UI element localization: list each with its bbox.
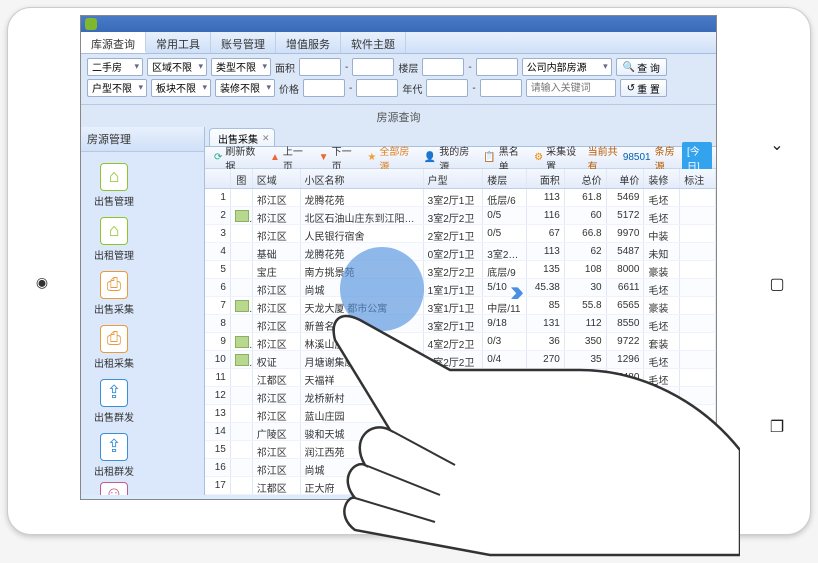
label-year: 年代	[402, 81, 422, 96]
grid-header: 图 区域 小区名称 户型 楼层 面积 总价 单价 装修 标注	[205, 169, 716, 189]
table-row[interactable]: 9祁江区林溪山庄4室2厅2卫0/3363509722套装	[205, 333, 716, 351]
sidebar-item-label: 出租采集	[94, 355, 134, 370]
table-row[interactable]: 10权证月塘谢集康新镇小区3室2厅2卫0/4270351296毛坯	[205, 351, 716, 369]
sidebar-item[interactable]: ⎙ 出租采集	[85, 320, 143, 374]
area-max-input[interactable]	[352, 58, 394, 76]
search-icon: 🔍	[623, 62, 635, 73]
reset-icon: ↺	[627, 83, 635, 94]
sidebar-item-label: 出租管理	[94, 247, 134, 262]
filter-bar: 二手房 区域不限 类型不限 面积 - 楼层 - 公司内部房源 🔍查 询 户型不限…	[81, 54, 716, 105]
filter-type[interactable]: 类型不限	[211, 58, 271, 76]
price-max-input[interactable]	[356, 79, 398, 97]
label-area: 面积	[275, 60, 295, 75]
section-label: 房源查询	[81, 105, 716, 127]
price-min-input[interactable]	[303, 79, 345, 97]
sidebar-item[interactable]: ⌂ 出售管理	[85, 158, 143, 212]
area-min-input[interactable]	[299, 58, 341, 76]
star-icon: ★	[367, 152, 376, 163]
thumbnail-icon	[235, 354, 249, 366]
sidebar-item-label: 出售群发	[94, 409, 134, 424]
arrow-down-icon: ▼	[319, 152, 329, 163]
table-row[interactable]: 14广陵区骏和天城2室2厅1卫低层/69788.189091毛坯	[205, 423, 716, 441]
title-bar	[81, 16, 716, 32]
label-price: 价格	[279, 81, 299, 96]
table-row[interactable]: 17江都区正大府毛坯	[205, 477, 716, 495]
collapse-icon[interactable]: ⌄	[766, 134, 788, 156]
person-icon: 👤	[424, 152, 436, 163]
sidebar-item-icon: ⌂	[100, 163, 128, 191]
filter-layout[interactable]: 户型不限	[87, 79, 147, 97]
table-row[interactable]: 5宝庄南方挑景苑3室2厅2卫底层/91351088000豪装	[205, 261, 716, 279]
sidebar-item-label: 出售采集	[94, 301, 134, 316]
table-row[interactable]: 11江都区天福祥3室2厅1卫中层/16127957480毛坯	[205, 369, 716, 387]
sidebar-item-label: 出售管理	[94, 193, 134, 208]
filter-decoration[interactable]: 装修不限	[215, 79, 275, 97]
menu-tab-service[interactable]: 增值服务	[276, 32, 341, 53]
search-button[interactable]: 🔍查 询	[616, 58, 667, 76]
menu-tab-account[interactable]: 账号管理	[211, 32, 276, 53]
menu-bar: 库源查询 常用工具 账号管理 增值服务 软件主题	[81, 32, 716, 54]
home-button-icon[interactable]	[34, 274, 50, 290]
table-row[interactable]: 3祁江区人民银行宿舍2室2厅1卫0/56766.89970中装	[205, 225, 716, 243]
sidebar-item-icon: ⎙	[100, 325, 128, 353]
table-row[interactable]: 7祁江区天龙大厦 都市公寓3室1厅1卫中层/118555.86565豪装	[205, 297, 716, 315]
sidebar-item-icon: ⇪	[100, 379, 128, 407]
sidebar-item[interactable]: ⎙ 出售采集	[85, 266, 143, 320]
year-max-input[interactable]	[480, 79, 522, 97]
toolbar: ⟳刷新数据 ▲上一页 ▼下一页 ★全部房源 👤我的房源 📋黑名单 ⚙采集设置 当…	[205, 147, 716, 169]
label-floor: 楼层	[398, 60, 418, 75]
list-icon: 📋	[483, 152, 495, 163]
table-row[interactable]: 1祁江区龙腾花苑3室2厅1卫低层/611361.85469毛坯	[205, 189, 716, 207]
menu-tab-tools[interactable]: 常用工具	[146, 32, 211, 53]
thumbnail-icon	[235, 300, 249, 312]
app-window: 库源查询 常用工具 账号管理 增值服务 软件主题 二手房 区域不限 类型不限 面…	[80, 15, 717, 500]
gear-icon: ⚙	[534, 152, 543, 163]
sidebar-item[interactable]: ⇪ 出租群发	[85, 428, 143, 482]
year-min-input[interactable]	[426, 79, 468, 97]
floor-min-input[interactable]	[422, 58, 464, 76]
arrow-up-icon: ▲	[270, 152, 280, 163]
sidebar-item-icon: ⌂	[100, 217, 128, 245]
floor-max-input[interactable]	[476, 58, 518, 76]
filter-region[interactable]: 区域不限	[147, 58, 207, 76]
sidebar-item-icon: ⎙	[100, 271, 128, 299]
table-row[interactable]: 6祁江区尚城1室1厅1卫5/1045.38306611毛坯	[205, 279, 716, 297]
table-row[interactable]: 15祁江区润江西苑豪装	[205, 441, 716, 459]
sidebar-item-icon: ☺	[100, 482, 128, 496]
keyword-input[interactable]	[526, 79, 616, 97]
table-row[interactable]: 8祁江区新普名兴花园3室2厅1卫9/181311128550毛坯	[205, 315, 716, 333]
sidebar-item[interactable]: ⌂ 出租管理	[85, 212, 143, 266]
reset-button[interactable]: ↺重 置	[620, 79, 667, 97]
thumbnail-icon	[235, 210, 249, 222]
table-row[interactable]: 16祁江区尚城毛坯	[205, 459, 716, 477]
filter-source[interactable]: 公司内部房源	[522, 58, 612, 76]
menu-tab-query[interactable]: 库源查询	[81, 32, 146, 53]
app-logo-icon	[85, 18, 97, 30]
table-row[interactable]: 12祁江区龙桥新村2室1厅1卫中层/670436143中装	[205, 387, 716, 405]
filter-category[interactable]: 二手房	[87, 58, 143, 76]
sidebar-item[interactable]: ⇪ 出售群发	[85, 374, 143, 428]
table-row[interactable]: 4基础龙腾花苑0室2厅1卫3室2厅2卫113625487未知	[205, 243, 716, 261]
table-row[interactable]: 13祁江区蓝山庄园3室2厅1卫高层/693.4707495毛坯	[205, 405, 716, 423]
thumbnail-icon	[235, 336, 249, 348]
sidebar-item-label: 出租群发	[94, 463, 134, 478]
data-grid: 图 区域 小区名称 户型 楼层 面积 总价 单价 装修 标注 1祁江区龙腾花苑3…	[205, 169, 716, 495]
window-icon[interactable]: ▢	[766, 273, 788, 295]
sidebar-item[interactable]: ☺我的出售采集	[85, 482, 143, 495]
menu-tab-theme[interactable]: 软件主题	[341, 32, 406, 53]
main-panel: 出售采集 ✕ ⟳刷新数据 ▲上一页 ▼下一页 ★全部房源 👤我的房源 📋黑名单 …	[205, 127, 716, 495]
table-row[interactable]: 2祁江区北区石油山庄东到江阳佳园3室2厅2卫0/5116605172毛坯	[205, 207, 716, 225]
sidebar-title: 房源管理	[81, 127, 204, 152]
filter-block[interactable]: 板块不限	[151, 79, 211, 97]
sidebar-item-icon: ⇪	[100, 433, 128, 461]
multitask-icon[interactable]: ❐	[766, 416, 788, 438]
refresh-icon: ⟳	[214, 152, 222, 163]
sidebar: 房源管理 ⌂ 出售管理 ⌂ 出租管理 ⎙ 出售采集 ⎙ 出租采集 ⇪ 出售群发 ⇪ 出租群发 ☺我的出售…	[81, 127, 205, 495]
